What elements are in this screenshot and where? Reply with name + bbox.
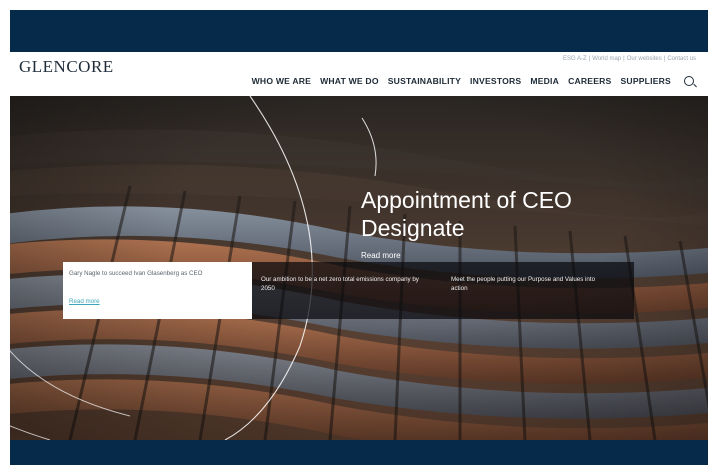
hero-title: Appointment of CEO Designate xyxy=(361,187,572,241)
nav-careers[interactable]: CAREERS xyxy=(568,76,611,86)
glencore-logo[interactable]: GLENCORE xyxy=(19,57,114,77)
nav-investors[interactable]: INVESTORS xyxy=(470,76,521,86)
news-card-people[interactable]: Meet the people putting our Purpose and … xyxy=(442,262,634,319)
utility-links: ESG A-Z | World map | Our websites | Contact u… xyxy=(563,56,696,62)
top-band xyxy=(10,10,708,52)
page-frame: GLENCORE ESG A-Z | World map | Our websites |… xyxy=(0,0,718,475)
news-card-read-more-link[interactable]: Read more xyxy=(69,298,100,307)
utility-link-world-map[interactable]: World map xyxy=(592,56,621,62)
search-icon[interactable] xyxy=(684,76,694,86)
bottom-band xyxy=(10,440,708,465)
utility-link-our-websites[interactable]: Our websites xyxy=(627,56,662,62)
main-nav: WHO WE ARE WHAT WE DO SUSTAINABILITY INV… xyxy=(252,76,694,86)
nav-suppliers[interactable]: SUPPLIERS xyxy=(620,76,671,86)
utility-link-esg[interactable]: ESG A-Z xyxy=(563,56,587,62)
news-card-text: Our ambition to be a net zero total emis… xyxy=(261,276,419,292)
nav-media[interactable]: MEDIA xyxy=(530,76,559,86)
utility-link-contact[interactable]: Contact us xyxy=(667,56,696,62)
nav-who-we-are[interactable]: WHO WE ARE xyxy=(252,76,311,86)
news-card-net-zero[interactable]: Our ambition to be a net zero total emis… xyxy=(252,262,442,319)
news-card-text: Meet the people putting our Purpose and … xyxy=(451,276,596,292)
nav-what-we-do[interactable]: WHAT WE DO xyxy=(320,76,379,86)
site-header: GLENCORE ESG A-Z | World map | Our websites |… xyxy=(10,52,708,96)
news-card-text: Gary Nagle to succeed Ivan Glasenberg as… xyxy=(69,270,203,277)
hero-read-more-link[interactable]: Read more xyxy=(361,251,401,260)
nav-sustainability[interactable]: SUSTAINABILITY xyxy=(388,76,461,86)
news-card-ceo[interactable]: Gary Nagle to succeed Ivan Glasenberg as… xyxy=(63,262,252,319)
